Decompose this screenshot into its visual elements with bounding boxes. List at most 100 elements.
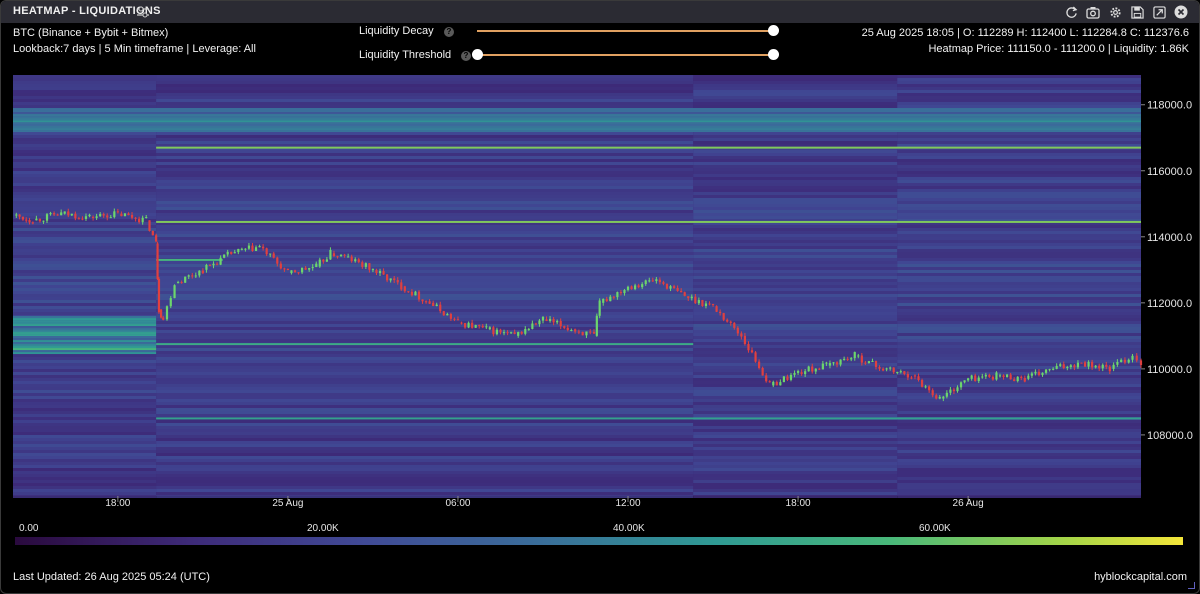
heatmap-band bbox=[693, 348, 898, 351]
heatmap-band bbox=[156, 459, 694, 462]
price-candle bbox=[899, 371, 902, 373]
price-candle bbox=[747, 344, 750, 351]
heatmap-band bbox=[13, 309, 157, 312]
heatmap-band bbox=[156, 339, 694, 342]
heatmap-band bbox=[13, 441, 157, 444]
price-candle bbox=[467, 322, 470, 328]
settings-summary: Lookback:7 days | 5 Min timeframe | Leve… bbox=[13, 43, 256, 55]
price-candle bbox=[106, 215, 109, 218]
price-candle bbox=[1027, 375, 1030, 379]
price-candle bbox=[251, 245, 254, 251]
heatmap-band bbox=[156, 447, 694, 450]
heatmap-band bbox=[13, 456, 157, 459]
camera-icon[interactable] bbox=[1085, 4, 1101, 20]
price-candle bbox=[442, 311, 445, 316]
price-candle bbox=[952, 389, 956, 392]
heatmap-band bbox=[693, 480, 898, 483]
price-candle bbox=[1002, 375, 1005, 378]
price-candle bbox=[690, 296, 693, 299]
heatmap-band bbox=[897, 96, 1141, 99]
heatmap-band bbox=[693, 450, 898, 453]
price-candle bbox=[279, 263, 282, 269]
sliders-icon[interactable] bbox=[136, 5, 150, 19]
resize-handle[interactable] bbox=[1188, 582, 1195, 589]
colorbar-tick-1: 20.00K bbox=[307, 523, 339, 534]
price-candle bbox=[655, 279, 658, 282]
heatmap-band bbox=[156, 240, 694, 243]
heatmap-band bbox=[897, 321, 1141, 324]
y-tick-label: 116000.0 bbox=[1147, 166, 1192, 178]
threshold-slider-track[interactable] bbox=[477, 54, 773, 56]
price-candle bbox=[814, 368, 817, 372]
decay-slider-handle[interactable] bbox=[767, 25, 779, 36]
heatmap-band bbox=[13, 234, 157, 237]
price-candle bbox=[297, 272, 300, 274]
heatmap-band bbox=[13, 126, 1141, 129]
heatmap-band bbox=[693, 186, 898, 189]
price-candle bbox=[269, 253, 272, 255]
liquidation-heatmap-chart[interactable]: 118000.0 116000.0 114000.0 112000.0 110000.0… bbox=[1, 61, 1199, 521]
heatmap-band bbox=[156, 306, 694, 309]
price-candle bbox=[733, 322, 736, 328]
price-candle bbox=[864, 362, 867, 364]
close-icon[interactable] bbox=[1173, 4, 1189, 20]
heatmap-band bbox=[13, 246, 157, 249]
price-candle bbox=[449, 314, 452, 319]
price-candle bbox=[605, 298, 608, 302]
heatmap-band bbox=[897, 300, 1141, 303]
heatmap-band bbox=[156, 327, 694, 330]
refresh-icon[interactable] bbox=[1063, 4, 1079, 20]
heatmap-band bbox=[13, 108, 1141, 111]
heatmap-band bbox=[13, 96, 157, 99]
price-candle bbox=[680, 290, 683, 293]
heatmap-band bbox=[13, 438, 157, 441]
heatmap-band bbox=[897, 141, 1141, 144]
price-candle bbox=[56, 214, 59, 216]
price-candle bbox=[559, 320, 562, 327]
heatmap-band bbox=[156, 78, 694, 81]
heatmap-band bbox=[156, 438, 694, 441]
heatmap-band bbox=[156, 486, 694, 489]
heatmap-band bbox=[897, 150, 1141, 153]
price-candle bbox=[570, 329, 573, 331]
heatmap-band bbox=[693, 165, 898, 168]
price-candle bbox=[219, 257, 222, 265]
price-candle bbox=[860, 355, 863, 363]
threshold-help-icon[interactable]: ? bbox=[461, 51, 471, 61]
heatmap-band bbox=[13, 171, 157, 174]
y-tick-label: 112000.0 bbox=[1147, 298, 1192, 310]
heatmap-band bbox=[156, 396, 694, 399]
heatmap-band bbox=[693, 225, 898, 228]
price-candle bbox=[566, 327, 569, 331]
threshold-max-handle[interactable] bbox=[767, 49, 779, 60]
price-candle bbox=[67, 211, 70, 216]
heatmap-band bbox=[897, 483, 1141, 486]
heatmap-band bbox=[897, 369, 1141, 372]
decay-help-icon[interactable]: ? bbox=[444, 27, 454, 37]
price-candle bbox=[95, 216, 98, 218]
heatmap-band bbox=[693, 156, 898, 159]
price-candle bbox=[541, 316, 545, 321]
threshold-min-handle[interactable] bbox=[471, 49, 483, 60]
price-candle bbox=[499, 329, 502, 333]
expand-icon[interactable] bbox=[1151, 4, 1167, 20]
heatmap-band bbox=[897, 207, 1141, 210]
heatmap-band bbox=[13, 344, 157, 347]
heatmap-band bbox=[897, 339, 1141, 342]
heatmap-band bbox=[156, 426, 694, 429]
heatmap-band bbox=[693, 492, 898, 495]
price-candle bbox=[981, 376, 984, 378]
decay-slider-track[interactable] bbox=[477, 30, 773, 32]
heatmap-band bbox=[156, 324, 694, 327]
price-candle bbox=[407, 291, 410, 293]
heatmap-band bbox=[693, 168, 898, 171]
heatmap-band bbox=[156, 480, 694, 483]
price-candle bbox=[843, 358, 846, 360]
price-candle bbox=[453, 318, 456, 320]
gear-icon[interactable] bbox=[1107, 4, 1123, 20]
heatmap-band bbox=[156, 357, 694, 360]
color-scale-bar bbox=[15, 537, 1183, 545]
heatmap-band bbox=[13, 128, 1141, 131]
heatmap-band bbox=[13, 204, 157, 207]
save-icon[interactable] bbox=[1129, 4, 1145, 20]
